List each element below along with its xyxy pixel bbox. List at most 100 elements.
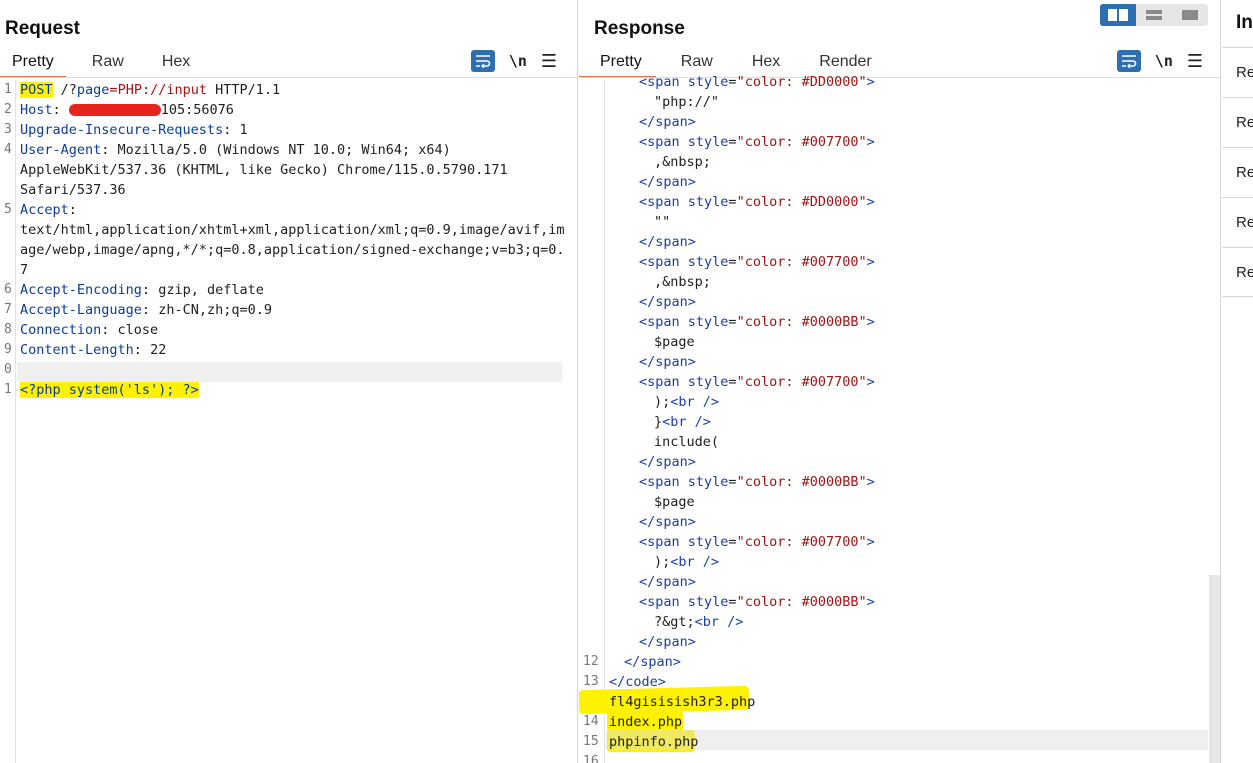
line-number <box>579 592 604 612</box>
layout-side-by-side-button[interactable] <box>1100 4 1136 26</box>
header-value: zh-CN,zh;q=0.9 <box>158 302 272 318</box>
code-line: </span> <box>639 632 696 652</box>
code-line: Accept: <box>20 200 77 220</box>
response-editor[interactable]: 12 13 14 15 16 <span style="color: #DD0000">… <box>579 74 1220 763</box>
code-line: );<br /> <box>654 392 719 412</box>
layout-stacked-button[interactable] <box>1136 4 1172 26</box>
code-line: "" <box>654 212 670 232</box>
code-line: Accept-Language: zh-CN,zh;q=0.9 <box>20 300 272 320</box>
attr-value: "color: #DD0000" <box>736 194 867 210</box>
inspector-row[interactable]: Re <box>1222 97 1253 147</box>
http-method: POST <box>20 82 53 98</box>
header-name: Accept-Language <box>20 302 142 318</box>
text: include( <box>654 434 720 450</box>
line-number <box>579 332 604 352</box>
request-tab-hex[interactable]: Hex <box>150 50 202 78</box>
code-line: Host: 105:56076 <box>20 100 234 120</box>
response-scrollbar[interactable] <box>1209 575 1220 763</box>
inspector-row[interactable]: Re <box>1222 247 1253 297</box>
code-line: text/html,application/xhtml+xml,applicat… <box>20 220 565 240</box>
response-menu-icon[interactable]: ☰ <box>1187 51 1203 72</box>
code-line: </span> <box>639 572 696 592</box>
code-line: </span> <box>639 232 696 252</box>
show-newlines-button[interactable]: \n <box>1155 52 1173 70</box>
header-value-cont: AppleWebKit/537.36 (KHTML, like Gecko) C… <box>20 162 508 178</box>
code-line: "php://" <box>654 92 719 112</box>
html-tag: <span <box>639 74 688 90</box>
line-number: 7 <box>4 302 12 317</box>
inspector-row[interactable]: Re <box>1222 47 1253 97</box>
http-version: HTTP/1.1 <box>206 82 281 98</box>
html-attr: style <box>687 254 729 270</box>
code-line: ,&nbsp; <box>654 152 711 172</box>
line-number: 4 <box>4 142 12 157</box>
query-param-name: page <box>76 82 110 98</box>
header-value: close <box>117 322 159 338</box>
text: phpinfo.php <box>609 734 699 750</box>
line-number <box>579 432 604 452</box>
html-tag: > <box>866 314 875 330</box>
html-attr: style <box>687 474 729 490</box>
code-line: </span> <box>639 292 696 312</box>
header-value-cont: Safari/537.36 <box>20 182 126 198</box>
line-number <box>579 492 604 512</box>
response-panel: Response Pretty Raw Hex Render \n ☰ 12 13… <box>579 0 1221 763</box>
html-tag: > <box>866 374 875 390</box>
line-number <box>579 172 604 192</box>
code-line: AppleWebKit/537.36 (KHTML, like Gecko) C… <box>20 160 508 180</box>
html-tag: <span <box>639 534 688 550</box>
query-param-value: PHP://input <box>117 82 207 98</box>
wrap-lines-button[interactable] <box>1116 50 1141 72</box>
query-param-eq: = <box>109 82 118 98</box>
request-tab-pretty[interactable]: Pretty <box>0 50 66 78</box>
html-attr: style <box>687 134 729 150</box>
request-toolbar: \n ☰ <box>470 50 557 72</box>
text: ); <box>654 394 671 410</box>
request-tab-raw[interactable]: Raw <box>80 50 136 78</box>
attr-value: "color: #DD0000" <box>736 74 867 90</box>
html-attr: style <box>687 594 729 610</box>
text: ,&nbsp; <box>654 154 711 170</box>
line-number <box>0 180 15 200</box>
wrap-lines-button[interactable] <box>470 50 495 72</box>
inspector-row[interactable]: Re <box>1222 197 1253 247</box>
request-title: Request <box>5 18 80 39</box>
text: = <box>728 314 737 330</box>
attr-value: "color: #0000BB" <box>736 594 867 610</box>
line-number <box>579 212 604 232</box>
text: fl4gisisish3r3.php <box>609 694 756 710</box>
code-line: ,&nbsp; <box>654 272 711 292</box>
code-line: </span> <box>639 352 696 372</box>
layout-toggle <box>1100 4 1208 26</box>
header-value-cont: age/webp,image/apng,*/*;q=0.8,applicatio… <box>20 242 565 258</box>
code-line: </span> <box>639 172 696 192</box>
code-line: <span style="color: #007700"> <box>639 252 875 272</box>
html-tag: <span <box>639 194 688 210</box>
request-menu-icon[interactable]: ☰ <box>541 51 557 72</box>
code-line: Upgrade-Insecure-Requests: 1 <box>20 120 248 140</box>
line-number: 1 <box>4 82 12 97</box>
line-number <box>579 412 604 432</box>
text: } <box>654 414 663 430</box>
layout-tabs-button[interactable] <box>1172 4 1208 26</box>
header-name: Accept <box>20 202 69 218</box>
request-editor[interactable]: 12345678901 POST /?page=PHP://input HTTP… <box>0 80 577 763</box>
line-number: 2 <box>4 102 12 117</box>
html-tag: <br /> <box>694 614 744 630</box>
inspector-row[interactable]: Re <box>1222 147 1253 197</box>
line-number <box>579 92 604 112</box>
line-number <box>0 240 15 260</box>
html-tag: </span> <box>639 634 696 650</box>
text: = <box>728 474 737 490</box>
line-number <box>579 472 604 492</box>
code-line: $page <box>654 492 695 512</box>
line-number: 9 <box>4 342 12 357</box>
html-tag: </span> <box>639 114 696 130</box>
line-number <box>579 352 604 372</box>
attr-value: "color: #007700" <box>736 534 867 550</box>
html-tag: <span <box>639 474 688 490</box>
text: = <box>728 534 737 550</box>
show-newlines-button[interactable]: \n <box>509 52 527 70</box>
html-attr: style <box>687 314 729 330</box>
response-gutter: 12 13 14 15 16 <box>579 80 605 763</box>
